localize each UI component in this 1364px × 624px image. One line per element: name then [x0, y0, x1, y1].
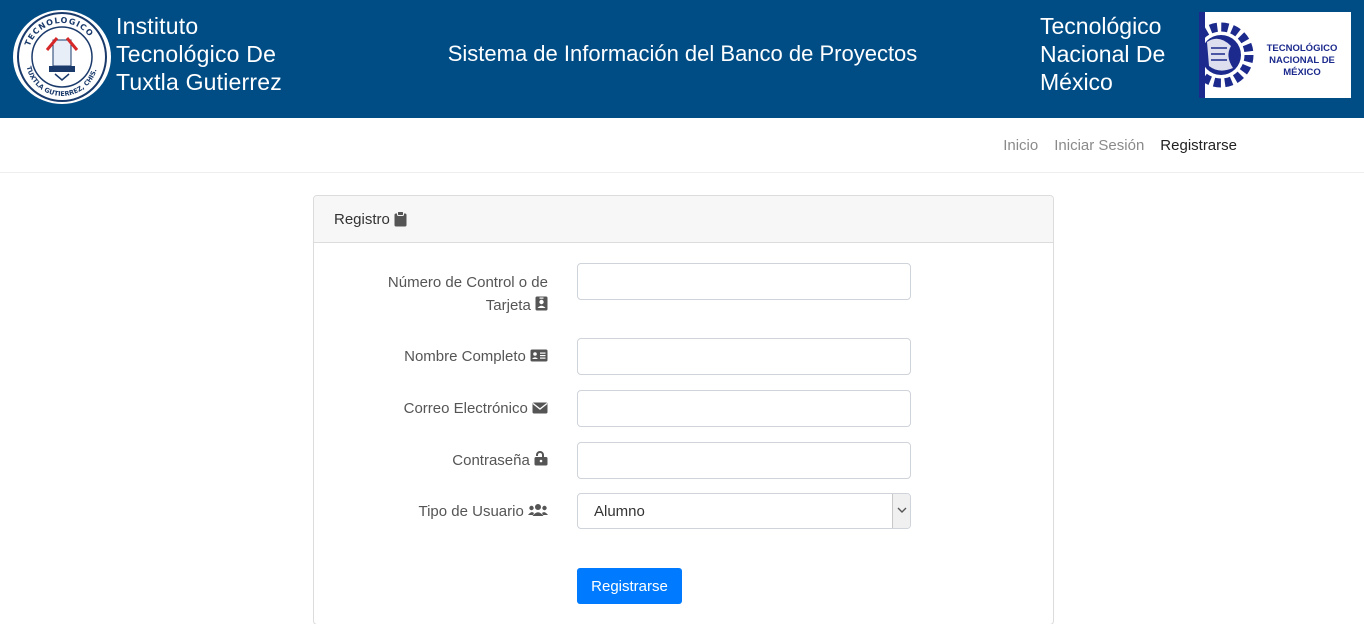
institute-name: Instituto Tecnológico De Tuxtla Gutierre…: [116, 12, 376, 96]
tecnm-logo-text-line: TECNOLÓGICO: [1266, 43, 1338, 54]
id-card-icon: [530, 346, 548, 369]
registration-card: Registro Número de Control o de Tarjeta: [313, 195, 1054, 624]
email-input[interactable]: [577, 390, 911, 427]
tecnm-name-line: Tecnológico: [1040, 13, 1162, 39]
control-number-label: Número de Control o de Tarjeta: [348, 271, 548, 318]
label-line-text: Tarjeta: [485, 297, 531, 314]
institute-logo: TECNOLOGICO TUXTLA GUTIERREZ, CHIS.: [13, 10, 111, 104]
user-type-label: Tipo de Usuario: [348, 500, 548, 524]
tecnm-name-line: Nacional De: [1040, 41, 1166, 67]
tecnm-name: Tecnológico Nacional De México: [1040, 12, 1190, 96]
label-line: Número de Control o de: [387, 274, 548, 291]
nav-links: Inicio Iniciar Sesión Registrarse: [1003, 137, 1237, 154]
label-line-text: Contraseña: [452, 452, 530, 469]
card-header: Registro: [314, 196, 1053, 243]
register-submit-button[interactable]: Registrarse: [577, 568, 682, 604]
card-title: Registro: [334, 211, 390, 228]
full-name-input[interactable]: [577, 338, 911, 375]
full-name-label: Nombre Completo: [348, 345, 548, 369]
system-title: Sistema de Información del Banco de Proy…: [447, 41, 918, 66]
user-type-selected-value: Alumno: [594, 503, 645, 520]
nav-link-registrarse[interactable]: Registrarse: [1160, 137, 1237, 154]
user-type-select[interactable]: Alumno: [577, 493, 911, 529]
unlock-icon: [534, 450, 548, 473]
email-label: Correo Electrónico: [348, 397, 548, 421]
control-number-input[interactable]: [577, 263, 911, 300]
label-line: Tarjeta: [348, 294, 548, 318]
institute-name-line: Tuxtla Gutierrez: [116, 69, 282, 95]
chevron-down-icon[interactable]: [892, 494, 910, 528]
top-header: TECNOLOGICO TUXTLA GUTIERREZ, CHIS. Inst…: [0, 0, 1364, 118]
nav-link-inicio[interactable]: Inicio: [1003, 137, 1038, 154]
password-label: Contraseña: [348, 449, 548, 473]
tecnm-logo-text-line: NACIONAL DE MÉXICO: [1269, 55, 1335, 78]
institute-name-line: Instituto: [116, 13, 199, 39]
id-badge-icon: [535, 295, 548, 318]
clipboard-icon: [394, 211, 407, 231]
nav-link-iniciar-sesion[interactable]: Iniciar Sesión: [1054, 137, 1144, 154]
institute-name-line: Tecnológico De: [116, 41, 277, 67]
tecnm-logo: TECNOLÓGICO NACIONAL DE MÉXICO: [1199, 12, 1351, 98]
tecnm-name-line: México: [1040, 69, 1113, 95]
users-icon: [528, 501, 548, 524]
label-line-text: Correo Electrónico: [403, 400, 528, 417]
label-line-text: Tipo de Usuario: [418, 503, 524, 520]
password-input[interactable]: [577, 442, 911, 479]
navbar: Inicio Iniciar Sesión Registrarse: [0, 118, 1364, 173]
label-line-text: Nombre Completo: [404, 348, 526, 365]
tecnm-logo-text: TECNOLÓGICO NACIONAL DE MÉXICO: [1253, 43, 1351, 79]
envelope-icon: [532, 398, 548, 421]
